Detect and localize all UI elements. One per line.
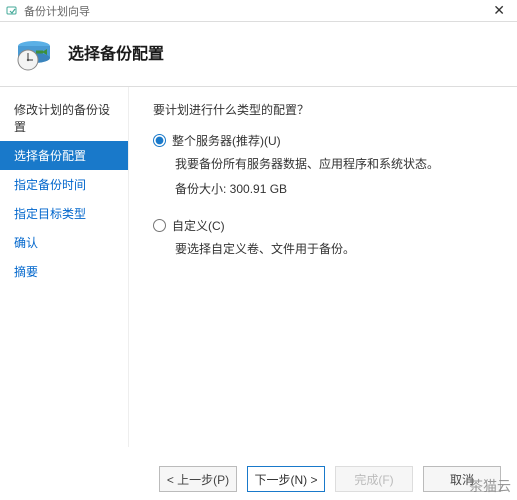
radio-full-server[interactable] (153, 134, 166, 147)
wizard-content: 要计划进行什么类型的配置？ 整个服务器(推荐)(U) 我要备份所有服务器数据、应… (128, 87, 517, 447)
page-title: 选择备份配置 (68, 40, 164, 64)
sidebar-item-backup-time[interactable]: 指定备份时间 (0, 170, 128, 199)
close-icon[interactable]: ✕ (487, 2, 511, 19)
wizard-steps: 修改计划的备份设置 选择备份配置 指定备份时间 指定目标类型 确认 摘要 (0, 87, 128, 447)
sidebar-item-modify-settings[interactable]: 修改计划的备份设置 (0, 95, 128, 141)
finish-button: 完成(F) (335, 466, 413, 492)
prev-button[interactable]: < 上一步(P) (159, 466, 237, 492)
full-server-desc: 我要备份所有服务器数据、应用程序和系统状态。 (175, 155, 497, 174)
cancel-button[interactable]: 取消 (423, 466, 501, 492)
radio-custom-label[interactable]: 自定义(C) (172, 217, 225, 234)
radio-custom[interactable] (153, 219, 166, 232)
custom-desc: 要选择自定义卷、文件用于备份。 (175, 240, 497, 259)
app-icon (6, 4, 20, 18)
sidebar-item-confirm[interactable]: 确认 (0, 228, 128, 257)
wizard-header: 选择备份配置 (0, 22, 517, 86)
sidebar-item-target-type[interactable]: 指定目标类型 (0, 199, 128, 228)
radio-full-server-label[interactable]: 整个服务器(推荐)(U) (172, 132, 281, 149)
config-prompt: 要计划进行什么类型的配置？ (153, 101, 497, 118)
sidebar-item-select-config[interactable]: 选择备份配置 (0, 141, 128, 170)
next-button[interactable]: 下一步(N) > (247, 466, 325, 492)
backup-schedule-icon (14, 32, 54, 72)
sidebar-item-summary[interactable]: 摘要 (0, 257, 128, 286)
wizard-footer: < 上一步(P) 下一步(N) > 完成(F) 取消 (159, 466, 501, 492)
window-title: 备份计划向导 (24, 3, 487, 19)
backup-size: 备份大小: 300.91 GB (175, 180, 497, 199)
